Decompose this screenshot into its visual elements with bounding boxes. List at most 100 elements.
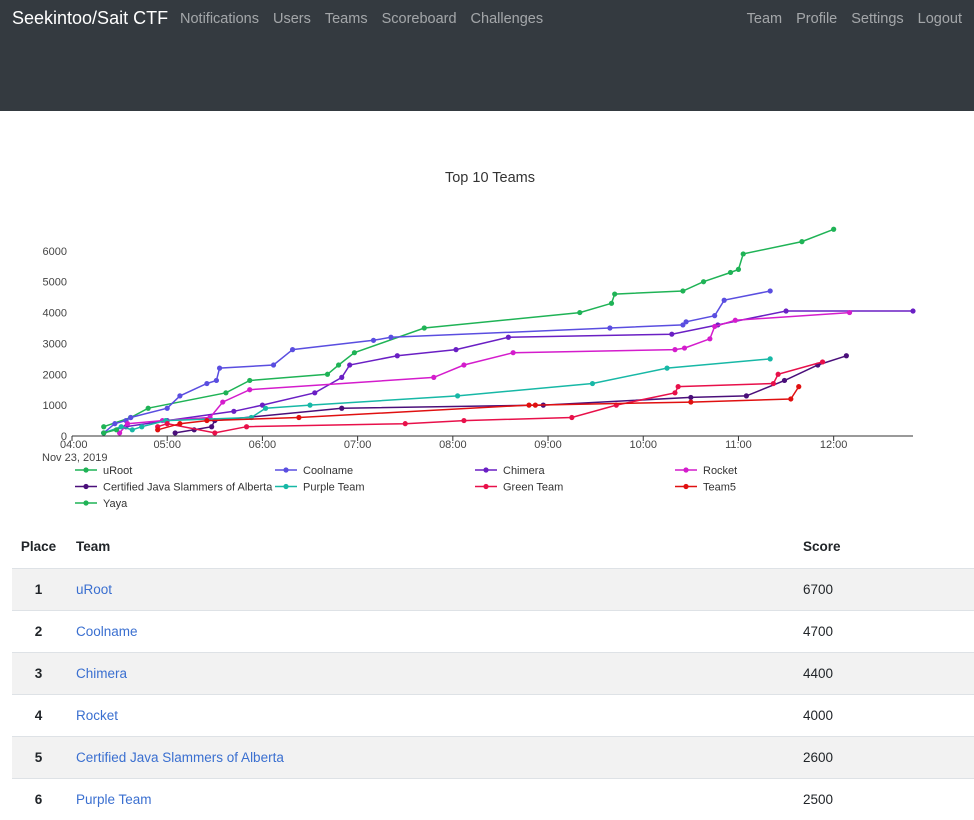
data-point	[700, 279, 707, 285]
legend-marker	[83, 500, 89, 506]
data-point	[101, 424, 107, 430]
data-point	[209, 424, 215, 430]
data-point	[683, 319, 689, 325]
data-point	[243, 424, 250, 430]
data-point	[680, 288, 686, 294]
header-score: Score	[803, 539, 841, 555]
data-point	[843, 353, 849, 359]
data-point	[712, 313, 718, 319]
legend-marker	[83, 483, 89, 490]
row-score: 6700	[803, 567, 974, 610]
series-line	[103, 290, 771, 434]
y-tick-label: 1000	[43, 400, 67, 412]
data-point	[335, 362, 342, 368]
legend-label: Team5	[703, 482, 736, 494]
data-point	[681, 345, 688, 351]
team-link[interactable]: Rocket	[76, 708, 118, 723]
data-point	[231, 408, 237, 414]
nav-scoreboard[interactable]: Scoreboard	[382, 11, 457, 27]
data-point	[846, 309, 853, 316]
legend-label: Certified Java Slammers of Alberta	[103, 482, 273, 494]
data-point	[453, 347, 459, 353]
team-link[interactable]: Chimera	[76, 666, 127, 681]
header-place: Place	[20, 539, 57, 555]
nav-settings[interactable]: Settings	[851, 11, 903, 27]
nav-teams[interactable]: Teams	[325, 11, 368, 27]
data-point	[223, 390, 229, 396]
data-point	[324, 371, 331, 377]
data-point	[129, 427, 135, 433]
data-point	[577, 309, 583, 316]
data-point	[128, 414, 134, 421]
data-point	[289, 347, 296, 353]
data-point	[347, 362, 353, 368]
nav-logout[interactable]: Logout	[918, 11, 962, 27]
row-place: 4	[12, 693, 65, 736]
nav-challenges[interactable]: Challenges	[471, 11, 544, 27]
data-point	[608, 300, 615, 306]
data-point	[388, 334, 394, 340]
y-tick-label: 4000	[43, 308, 67, 320]
data-point	[607, 325, 613, 331]
row-place: 2	[12, 609, 65, 652]
table-row: 1 uRoot 6700	[12, 567, 974, 610]
data-point	[164, 405, 170, 411]
nav-profile[interactable]: Profile	[796, 11, 837, 27]
data-point	[770, 380, 776, 387]
data-point	[216, 365, 223, 371]
y-tick-label: 3000	[43, 338, 67, 350]
scoreboard-chart: Top 10 Teams 0 1000 2000 3000 4000 5000 6000 04:…	[0, 111, 974, 516]
x-tick-label: 10:00	[629, 439, 657, 451]
team-link[interactable]: Purple Team	[76, 792, 152, 807]
row-score: 4400	[803, 651, 974, 694]
team-link[interactable]: Coolname	[76, 624, 138, 639]
row-score: 4700	[803, 609, 974, 652]
team-link[interactable]: uRoot	[76, 582, 112, 597]
y-tick-label: 5000	[43, 277, 67, 289]
team-link[interactable]: Certified Java Slammers of Alberta	[76, 750, 284, 765]
data-point	[145, 405, 151, 411]
nav-team[interactable]: Team	[747, 11, 782, 27]
data-point	[727, 269, 734, 276]
legend-marker	[483, 483, 489, 490]
legend-marker	[483, 467, 489, 473]
nav-notifications[interactable]: Notifications	[180, 11, 259, 27]
scoreboard-table-wrap: Place Team Score 1 uRoot 6700 2 Coolname…	[12, 526, 974, 820]
brand-link[interactable]: Seekintoo/Sait CTF	[12, 8, 168, 29]
legend-label: Chimera	[503, 465, 545, 477]
data-point	[510, 350, 516, 356]
data-point	[775, 371, 781, 377]
data-point	[712, 323, 718, 330]
chart-svg: Top 10 Teams010002000300040005000600004:…	[42, 170, 916, 510]
data-point	[139, 424, 145, 430]
data-point	[155, 427, 161, 433]
series-line	[157, 386, 800, 431]
table-row: 6 Purple Team 2500	[12, 777, 974, 820]
x-tick-label: 06:00	[249, 439, 277, 451]
data-point	[461, 417, 467, 424]
data-point	[247, 387, 253, 393]
data-point	[664, 365, 670, 371]
series-line	[103, 310, 913, 434]
x-tick-label: 08:00	[439, 439, 467, 451]
data-point	[421, 325, 427, 331]
data-point	[172, 430, 178, 436]
legend-label: Coolname	[303, 465, 353, 477]
data-point	[402, 421, 408, 427]
x-tick-label: 12:00	[820, 439, 848, 451]
data-point	[394, 353, 400, 359]
data-point	[532, 402, 538, 408]
data-point	[339, 405, 345, 411]
data-point	[307, 402, 313, 408]
x-tick-label: 09:00	[534, 439, 562, 451]
nav-users[interactable]: Users	[273, 11, 311, 27]
x-tick-label: 04:00	[60, 439, 88, 451]
legend-marker	[283, 483, 289, 490]
y-tick-label: 6000	[43, 246, 67, 258]
legend-marker	[683, 467, 689, 473]
data-point	[831, 226, 837, 232]
data-point	[669, 331, 675, 337]
data-point	[112, 421, 118, 427]
data-point	[296, 414, 302, 421]
data-point	[124, 421, 131, 427]
